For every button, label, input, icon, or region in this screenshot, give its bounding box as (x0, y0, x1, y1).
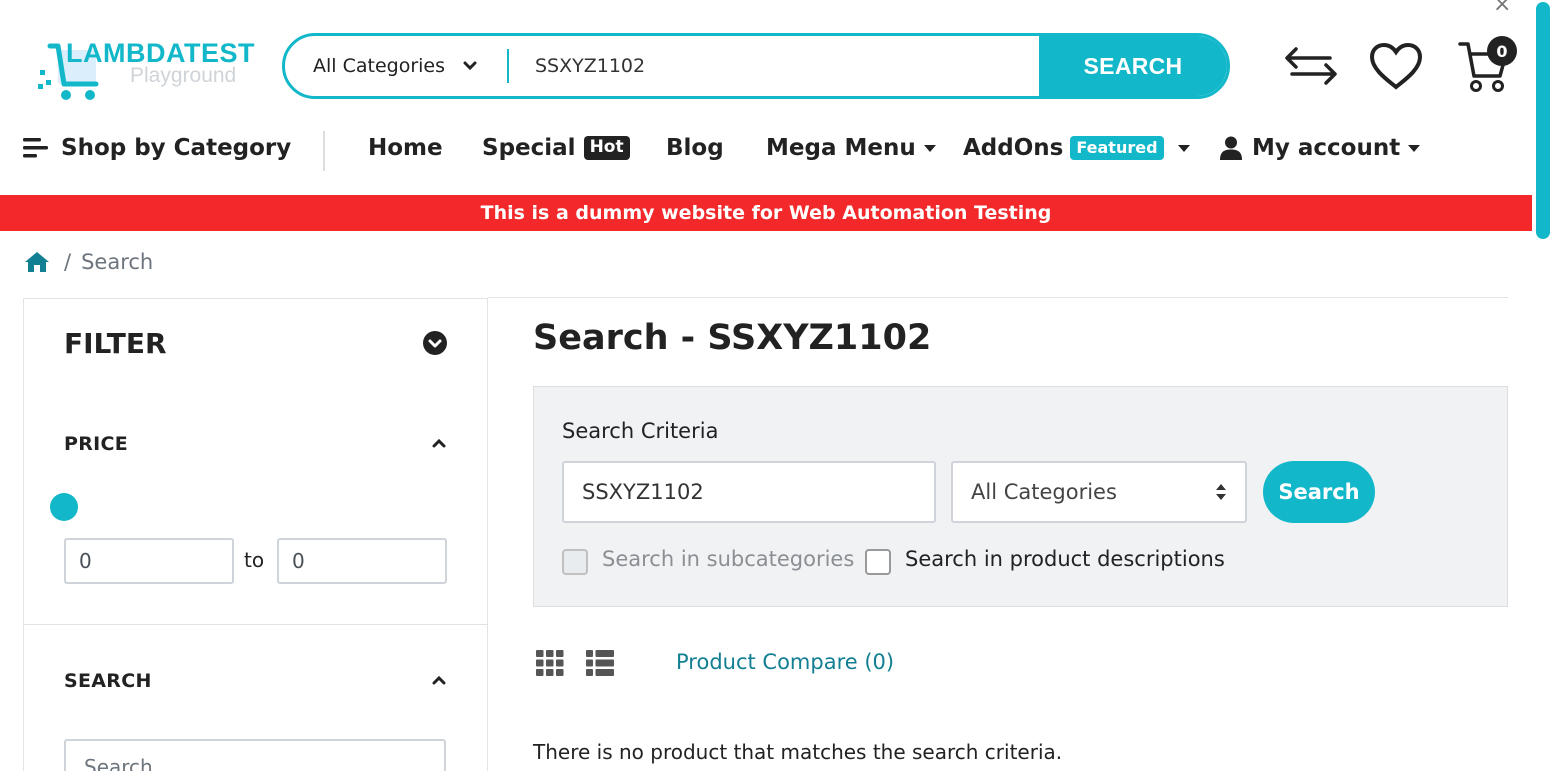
category-dropdown[interactable]: All Categories (285, 36, 507, 96)
criteria-category-select[interactable]: All Categories (951, 461, 1247, 523)
shop-by-category-label: Shop by Category (61, 135, 292, 161)
nav-addons[interactable]: AddOns Featured (963, 135, 1190, 161)
no-results-message: There is no product that matches the sea… (533, 740, 1063, 764)
search-input[interactable]: SSXYZ1102 (509, 36, 1039, 96)
logo-subtitle: Playground (130, 64, 237, 87)
grid-view-icon[interactable] (536, 650, 564, 676)
nav-blog-label: Blog (666, 135, 724, 161)
site-header: LAMBDATEST Playground All Categories SSX… (0, 0, 1530, 130)
chevron-up-icon[interactable] (432, 438, 446, 448)
price-section-title: PRICE (64, 433, 129, 455)
breadcrumb-current: Search (81, 250, 154, 274)
breadcrumb: / Search (24, 250, 153, 274)
price-to-label: to (244, 548, 265, 572)
criteria-category-value: All Categories (971, 480, 1117, 504)
nav-mega-menu[interactable]: Mega Menu (766, 135, 936, 161)
hot-badge: Hot (583, 136, 630, 160)
home-icon[interactable] (24, 251, 50, 273)
nav-my-account[interactable]: My account (1220, 135, 1421, 161)
subcategories-label: Search in subcategories (602, 547, 855, 571)
nav-blog[interactable]: Blog (666, 135, 724, 161)
list-view-icon[interactable] (586, 650, 614, 676)
nav-divider (323, 131, 325, 171)
search-criteria-label: Search Criteria (562, 419, 719, 443)
descriptions-label: Search in product descriptions (905, 547, 1225, 571)
notice-banner: This is a dummy website for Web Automati… (0, 195, 1532, 231)
menu-icon (23, 138, 48, 158)
subcategories-checkbox[interactable] (562, 549, 588, 575)
chevron-down-icon (463, 61, 477, 71)
content-divider (488, 297, 1508, 298)
main-navigation: Shop by Category Home Special Hot Blog M… (0, 125, 1530, 175)
chevron-up-icon[interactable] (432, 675, 446, 685)
chevron-down-icon (428, 339, 442, 348)
price-max-input[interactable]: 0 (277, 538, 447, 584)
heart-icon[interactable] (1369, 42, 1423, 90)
caret-down-icon (1177, 144, 1190, 152)
shop-by-category-toggle[interactable]: Shop by Category (23, 135, 291, 161)
nav-home[interactable]: Home (368, 135, 443, 161)
scrollbar-thumb[interactable] (1536, 2, 1550, 239)
sidebar-divider (24, 624, 487, 625)
page-title: Search - SSXYZ1102 (533, 318, 932, 358)
header-search-bar: All Categories SSXYZ1102 SEARCH (282, 33, 1230, 99)
sort-arrows-icon (1216, 484, 1226, 500)
filter-sidebar: FILTER PRICE 0 to 0 SEARCH Search (23, 298, 488, 771)
filter-toggle-button[interactable] (423, 331, 447, 355)
nav-my-account-label: My account (1252, 135, 1401, 161)
descriptions-checkbox[interactable] (865, 549, 891, 575)
breadcrumb-separator: / (64, 250, 72, 274)
caret-down-icon (1408, 144, 1421, 152)
nav-special-label: Special (482, 135, 576, 161)
nav-home-label: Home (368, 135, 443, 161)
site-logo[interactable]: LAMBDATEST Playground (38, 34, 254, 106)
user-icon (1220, 136, 1242, 160)
featured-badge: Featured (1070, 136, 1164, 160)
product-compare-link[interactable]: Product Compare (0) (676, 650, 894, 674)
compare-arrows-icon[interactable] (1284, 44, 1338, 88)
search-section-title: SEARCH (64, 670, 152, 692)
close-icon[interactable]: × (1493, 0, 1511, 17)
filter-title: FILTER (64, 327, 167, 360)
price-slider-handle[interactable] (50, 493, 78, 521)
nav-addons-label: AddOns (963, 135, 1064, 161)
category-dropdown-label: All Categories (313, 55, 446, 77)
price-min-input[interactable]: 0 (64, 538, 234, 584)
nav-special[interactable]: Special Hot (482, 135, 630, 161)
sidebar-search-input[interactable]: Search (64, 739, 446, 771)
search-criteria-panel: Search Criteria SSXYZ1102 All Categories… (533, 386, 1508, 607)
criteria-search-button[interactable]: Search (1263, 461, 1375, 523)
criteria-search-input[interactable]: SSXYZ1102 (562, 461, 936, 523)
nav-mega-menu-label: Mega Menu (766, 135, 916, 161)
search-button[interactable]: SEARCH (1039, 36, 1227, 96)
caret-down-icon (923, 144, 936, 152)
cart-count-badge: 0 (1487, 36, 1517, 66)
